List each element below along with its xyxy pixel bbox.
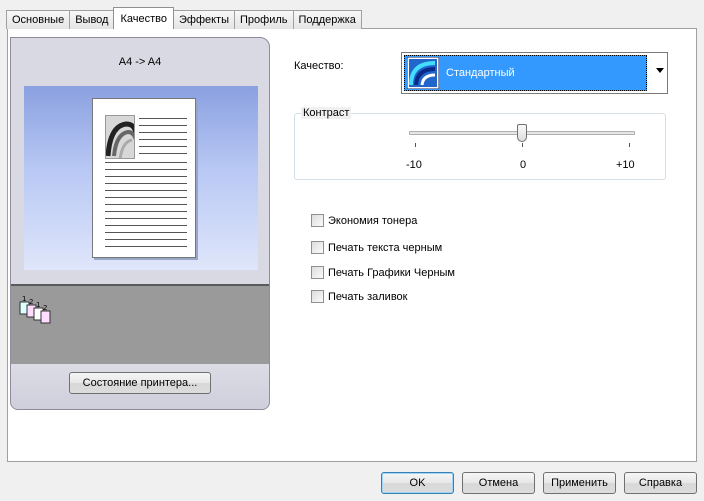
chevron-down-icon[interactable]	[656, 68, 664, 73]
svg-text:2: 2	[43, 304, 47, 312]
tick-max	[629, 143, 630, 147]
help-button[interactable]: Справка	[624, 472, 697, 494]
collate-copies-icon: 1 2 1 2	[19, 295, 51, 324]
toner-save-label: Экономия тонера	[328, 214, 418, 227]
quality-selected-text: Стандартный	[446, 67, 515, 79]
toner-save-checkbox[interactable]	[311, 214, 324, 227]
cancel-button[interactable]: Отмена	[462, 472, 535, 494]
contrast-min-label: -10	[406, 159, 422, 171]
quality-standard-icon	[407, 57, 439, 89]
text-lines	[105, 115, 187, 247]
tab-strip: Основные Вывод Качество Эффекты Профиль …	[6, 7, 362, 29]
quality-selected-item[interactable]: Стандартный	[404, 55, 647, 91]
tab-support[interactable]: Поддержка	[292, 10, 362, 29]
text-black-checkbox[interactable]	[311, 241, 324, 254]
contrast-max-label: +10	[616, 159, 635, 171]
contrast-mid-label: 0	[520, 159, 527, 171]
graphics-black-label: Печать Графики Черным	[328, 266, 455, 279]
graphics-black-option[interactable]: Печать Графики Черным	[311, 266, 455, 279]
tab-basic[interactable]: Основные	[6, 10, 71, 29]
paper-size-label: A4 -> A4	[118, 56, 162, 68]
quality-label: Качество:	[294, 60, 344, 72]
tick-min	[415, 143, 416, 147]
text-black-option[interactable]: Печать текста черным	[311, 241, 442, 254]
ok-button[interactable]: OK	[381, 472, 454, 494]
tab-quality[interactable]: Качество	[113, 7, 174, 29]
svg-text:2: 2	[29, 298, 33, 306]
quality-combobox[interactable]: Стандартный	[401, 52, 668, 94]
print-fills-label: Печать заливок	[328, 290, 408, 303]
svg-text:1: 1	[36, 301, 40, 309]
svg-text:1: 1	[22, 295, 26, 303]
contrast-title: Контраст	[301, 107, 352, 119]
preview-panel: A4 -> A4 1 2 1 2 Состояние принтера...	[10, 37, 270, 410]
apply-button[interactable]: Применить	[543, 472, 616, 494]
page-preview-area	[24, 86, 258, 270]
copies-preview-area: 1 2 1 2	[11, 284, 269, 364]
tab-output[interactable]: Вывод	[69, 10, 115, 29]
toner-save-option[interactable]: Экономия тонера	[311, 214, 417, 227]
tab-effects[interactable]: Эффекты	[172, 10, 235, 29]
graphics-black-checkbox[interactable]	[311, 266, 324, 279]
contrast-group: Контраст -10 0 +10	[294, 107, 666, 180]
contrast-slider-thumb[interactable]	[517, 124, 527, 142]
text-black-label: Печать текста черным	[328, 241, 443, 254]
page-preview	[92, 98, 196, 258]
printer-status-button[interactable]: Состояние принтера...	[69, 372, 211, 394]
tab-profile[interactable]: Профиль	[234, 10, 294, 29]
preview-footer: Состояние принтера...	[11, 364, 269, 409]
tick-mid	[522, 143, 523, 147]
print-fills-checkbox[interactable]	[311, 290, 324, 303]
print-fills-option[interactable]: Печать заливок	[311, 290, 407, 303]
